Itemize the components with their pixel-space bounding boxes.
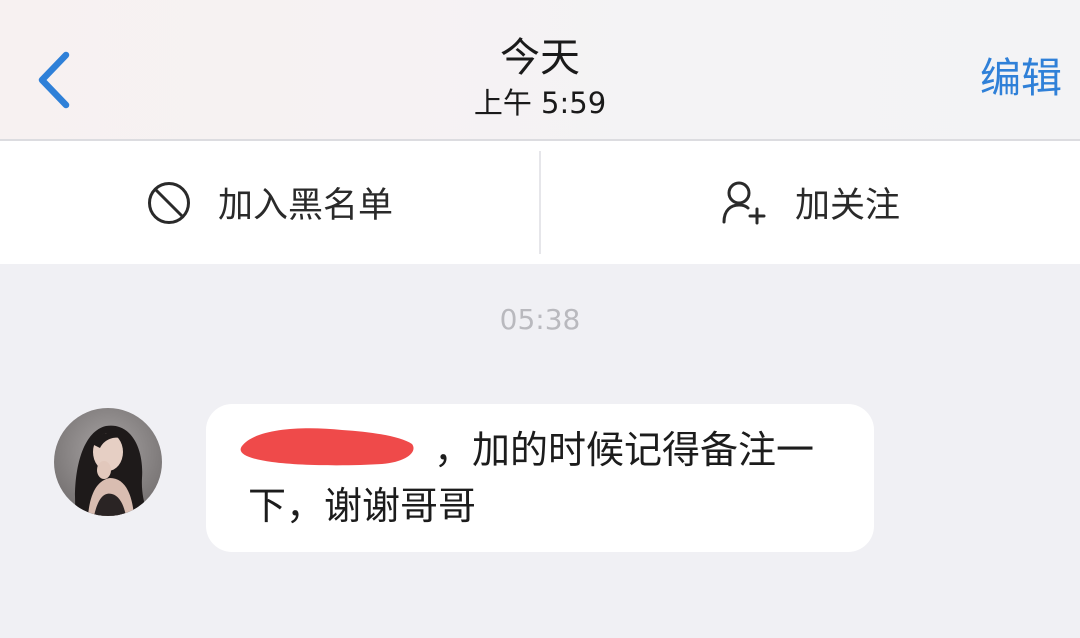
message-timestamp: 05:38 [499,303,581,336]
message-text-line-2: 下，谢谢哥哥 [248,484,477,528]
page-subtitle: 上午 5:59 [473,86,607,120]
add-user-icon [721,180,769,226]
avatar[interactable] [54,408,162,516]
add-to-blacklist-button[interactable]: 加入黑名单 [0,141,539,264]
follow-button[interactable]: 加关注 [541,141,1080,264]
page-title: 今天 [500,35,580,81]
block-icon [146,180,192,226]
redaction-mark [240,428,414,466]
follow-label: 加关注 [794,186,900,226]
message-bubble[interactable]: ，加的时候记得备注一 下，谢谢哥哥 [206,404,874,552]
action-bar: 加入黑名单 加关注 [0,141,1080,264]
add-to-blacklist-label: 加入黑名单 [217,186,393,226]
edit-button[interactable]: 编辑 [980,50,1062,106]
nav-bar: 今天 上午 5:59 编辑 [0,0,1080,141]
